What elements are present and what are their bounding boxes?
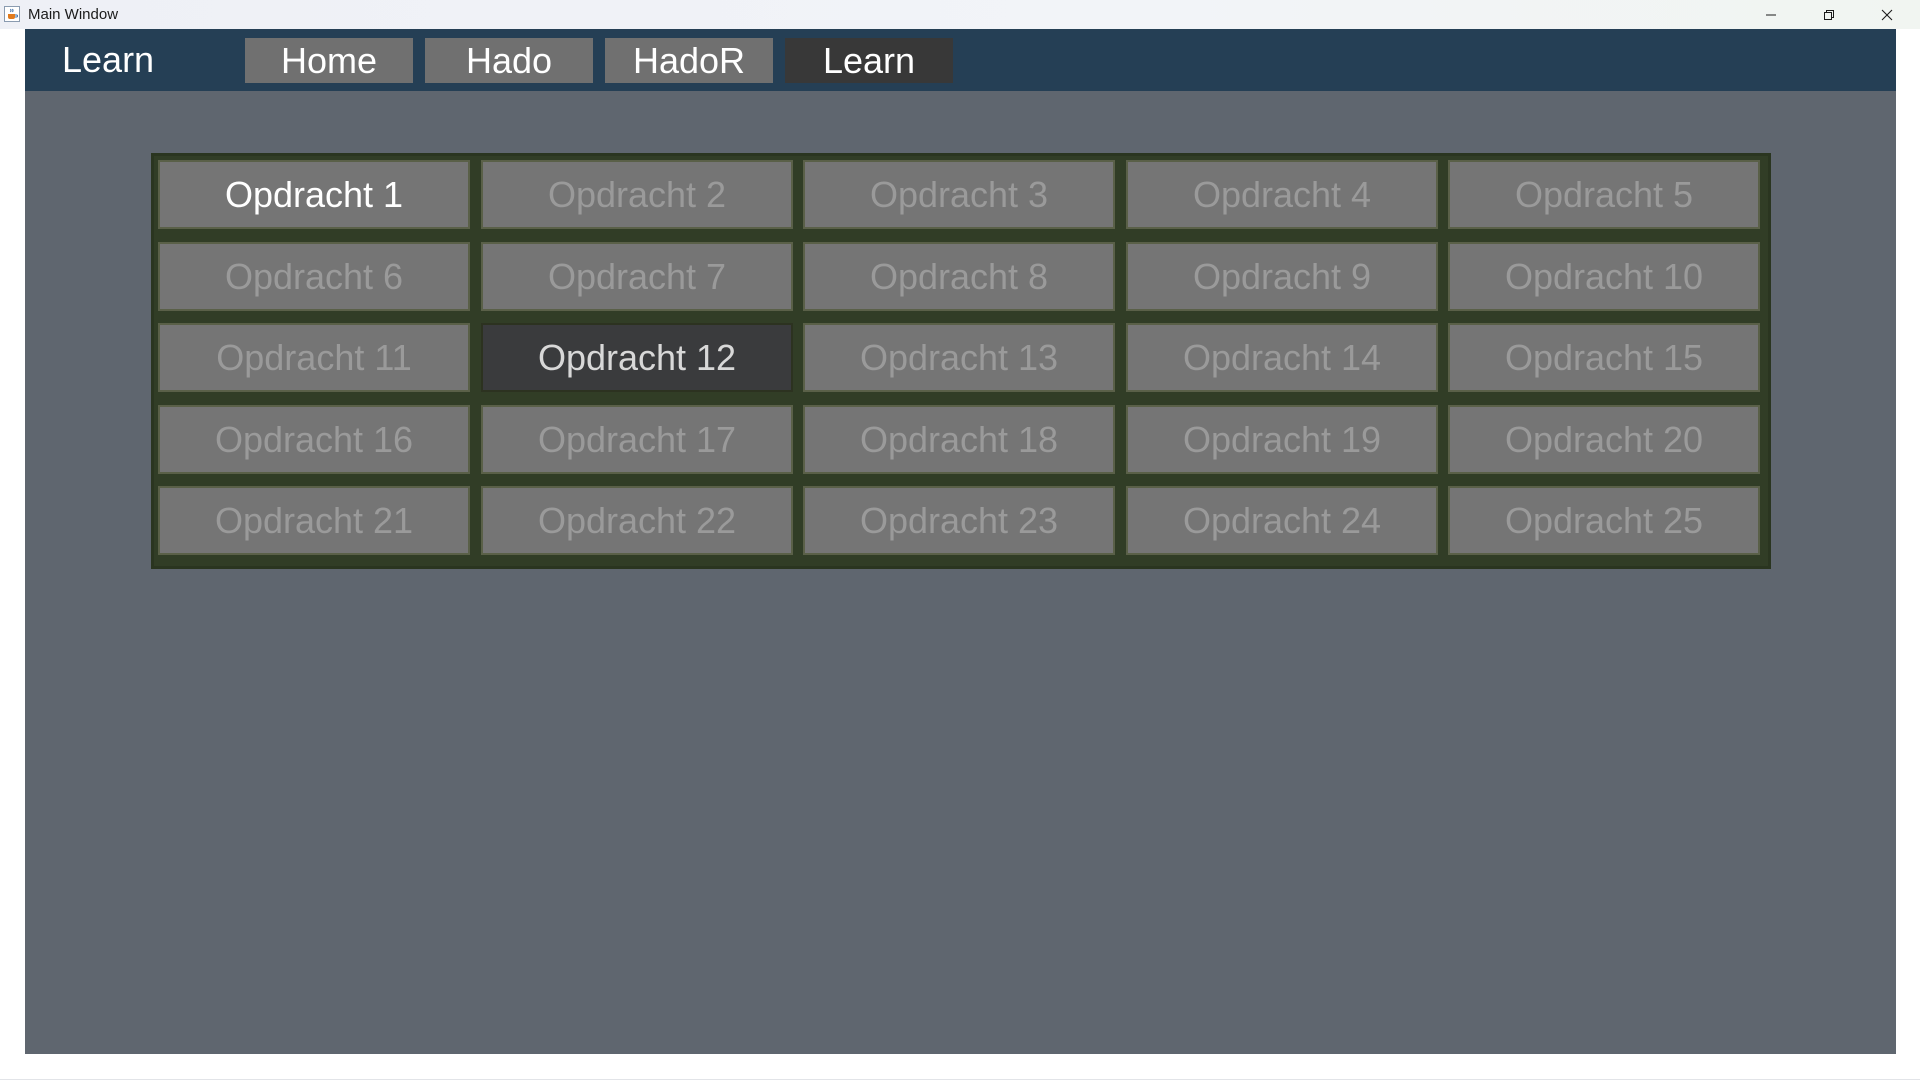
app-content: Learn Home Hado HadoR Learn Opdracht 1 Op… xyxy=(25,29,1896,1054)
minimize-icon xyxy=(1765,9,1777,21)
task-button-22[interactable]: Opdracht 22 xyxy=(481,486,793,555)
task-button-6[interactable]: Opdracht 6 xyxy=(158,242,470,311)
window-frame-left xyxy=(0,29,25,1054)
java-coffee-icon xyxy=(4,6,20,22)
task-button-19[interactable]: Opdracht 19 xyxy=(1126,405,1438,474)
task-button-11[interactable]: Opdracht 11 xyxy=(158,323,470,392)
task-button-15[interactable]: Opdracht 15 xyxy=(1448,323,1760,392)
task-button-9[interactable]: Opdracht 9 xyxy=(1126,242,1438,311)
task-button-24[interactable]: Opdracht 24 xyxy=(1126,486,1438,555)
nav-button-hador[interactable]: HadoR xyxy=(605,38,773,83)
window-frame-bottom xyxy=(0,1054,1920,1080)
task-button-18[interactable]: Opdracht 18 xyxy=(803,405,1115,474)
task-button-17[interactable]: Opdracht 17 xyxy=(481,405,793,474)
nav-button-home[interactable]: Home xyxy=(245,38,413,83)
task-button-13[interactable]: Opdracht 13 xyxy=(803,323,1115,392)
app-header: Learn Home Hado HadoR Learn xyxy=(25,29,1896,91)
task-button-1[interactable]: Opdracht 1 xyxy=(158,160,470,229)
task-button-3[interactable]: Opdracht 3 xyxy=(803,160,1115,229)
restore-button[interactable] xyxy=(1800,0,1858,29)
task-button-10[interactable]: Opdracht 10 xyxy=(1448,242,1760,311)
close-button[interactable] xyxy=(1858,0,1916,29)
window-titlebar[interactable]: Main Window xyxy=(0,0,1920,29)
task-button-7[interactable]: Opdracht 7 xyxy=(481,242,793,311)
window-title: Main Window xyxy=(28,6,119,23)
task-button-25[interactable]: Opdracht 25 xyxy=(1448,486,1760,555)
task-grid: Opdracht 1 Opdracht 2 Opdracht 3 Opdracht 4… xyxy=(151,153,1771,569)
task-button-8[interactable]: Opdracht 8 xyxy=(803,242,1115,311)
task-button-5[interactable]: Opdracht 5 xyxy=(1448,160,1760,229)
task-button-16[interactable]: Opdracht 16 xyxy=(158,405,470,474)
minimize-button[interactable] xyxy=(1742,0,1800,29)
task-button-14[interactable]: Opdracht 14 xyxy=(1126,323,1438,392)
task-button-21[interactable]: Opdracht 21 xyxy=(158,486,470,555)
task-button-23[interactable]: Opdracht 23 xyxy=(803,486,1115,555)
task-button-2[interactable]: Opdracht 2 xyxy=(481,160,793,229)
task-button-12[interactable]: Opdracht 12 xyxy=(481,323,793,392)
task-button-20[interactable]: Opdracht 20 xyxy=(1448,405,1760,474)
restore-icon xyxy=(1823,9,1835,21)
task-button-4[interactable]: Opdracht 4 xyxy=(1126,160,1438,229)
window-frame-right xyxy=(1896,29,1920,1054)
close-icon xyxy=(1881,9,1893,21)
nav-button-hado[interactable]: Hado xyxy=(425,38,593,83)
page-title: Learn xyxy=(62,39,155,80)
nav-button-learn[interactable]: Learn xyxy=(785,38,953,83)
